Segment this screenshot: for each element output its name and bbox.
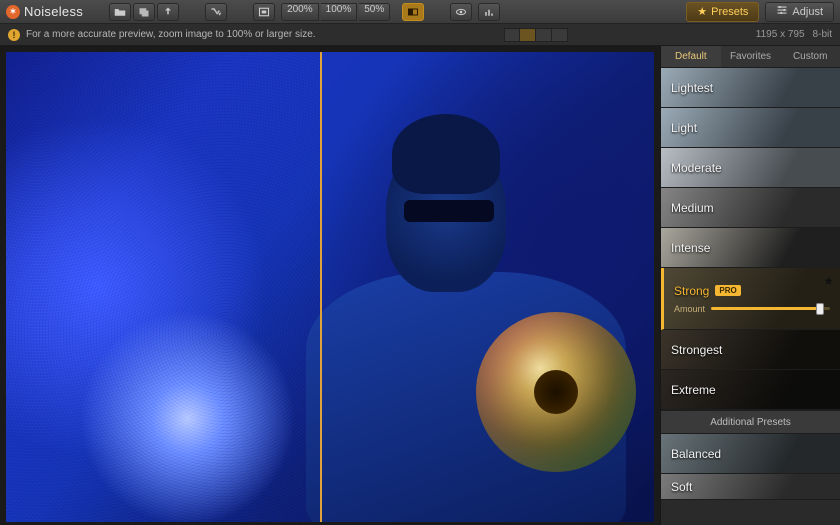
- presets-mode-button[interactable]: ★ Presets: [686, 2, 759, 22]
- zoom-hint-text: For a more accurate preview, zoom image …: [26, 29, 316, 40]
- preset-medium[interactable]: Medium: [661, 188, 840, 228]
- preset-thumb: [664, 268, 840, 329]
- amount-label: Amount: [674, 304, 705, 314]
- fit-screen-button[interactable]: [253, 3, 275, 21]
- app-logo-icon: ✶: [6, 5, 20, 19]
- subject-glasses: [404, 200, 494, 222]
- tab-custom[interactable]: Custom: [780, 46, 840, 67]
- preset-balanced[interactable]: Balanced: [661, 434, 840, 474]
- preset-label: Moderate: [671, 161, 722, 175]
- sliders-icon: [776, 4, 788, 19]
- preset-list: Lightest Light Moderate Medium Intense ★: [661, 68, 840, 525]
- compare-side-button[interactable]: [552, 28, 568, 42]
- image-canvas[interactable]: [0, 46, 660, 525]
- adjust-mode-label: Adjust: [792, 6, 823, 18]
- main-toolbar: ✶ Noiseless 200% 100% 50%: [0, 0, 840, 24]
- file-buttons: [109, 3, 179, 21]
- preset-intense[interactable]: Intense: [661, 228, 840, 268]
- star-icon: ★: [697, 5, 707, 18]
- favorite-star-icon[interactable]: ★: [823, 274, 834, 288]
- share-button[interactable]: [157, 3, 179, 21]
- warning-icon: !: [8, 29, 20, 41]
- tab-favorites[interactable]: Favorites: [721, 46, 781, 67]
- preset-label: Extreme: [671, 383, 716, 397]
- preview-image: [6, 52, 654, 522]
- tab-default[interactable]: Default: [661, 46, 721, 67]
- pro-badge: PRO: [715, 285, 740, 296]
- compare-single-button[interactable]: [504, 28, 520, 42]
- subject-beanie: [392, 114, 500, 194]
- zoom-200-button[interactable]: 200%: [281, 3, 319, 21]
- preset-label: Intense: [671, 241, 710, 255]
- image-bit-depth: 8-bit: [813, 29, 832, 40]
- preset-soft[interactable]: Soft: [661, 474, 840, 500]
- batch-button[interactable]: [133, 3, 155, 21]
- subject-instrument: [476, 312, 636, 472]
- amount-slider-fill: [711, 307, 820, 310]
- preset-extreme[interactable]: Extreme: [661, 370, 840, 410]
- shuffle-button[interactable]: [205, 3, 227, 21]
- preset-label: Medium: [671, 201, 714, 215]
- preset-lightest[interactable]: Lightest: [661, 68, 840, 108]
- amount-slider-knob[interactable]: [816, 303, 824, 315]
- preset-light[interactable]: Light: [661, 108, 840, 148]
- amount-slider[interactable]: [711, 307, 830, 310]
- app-badge: ✶ Noiseless: [6, 4, 83, 19]
- preset-strongest[interactable]: Strongest: [661, 330, 840, 370]
- image-dimensions: 1195 x 795: [756, 29, 805, 40]
- zoom-50-button[interactable]: 50%: [359, 3, 390, 21]
- main-area: Default Favorites Custom Lightest Light …: [0, 46, 840, 525]
- presets-mode-label: Presets: [711, 6, 748, 18]
- additional-presets-header: Additional Presets: [661, 410, 840, 434]
- compare-split-h-button[interactable]: [536, 28, 552, 42]
- zoom-buttons: 200% 100% 50%: [281, 3, 390, 21]
- compare-split-button[interactable]: [402, 3, 424, 21]
- zoom-100-button[interactable]: 100%: [321, 3, 358, 21]
- before-noise-overlay: [6, 52, 320, 522]
- preset-label: Soft: [671, 480, 692, 494]
- preset-tabs: Default Favorites Custom: [661, 46, 840, 68]
- app-title: Noiseless: [24, 4, 83, 19]
- preset-label: Light: [671, 121, 697, 135]
- preset-strong[interactable]: ★ Strong PRO Amount: [661, 268, 840, 330]
- adjust-mode-button[interactable]: Adjust: [765, 2, 834, 22]
- preset-label: Strong: [674, 284, 709, 298]
- compare-view-toggle: [504, 28, 568, 42]
- preset-label: Balanced: [671, 447, 721, 461]
- preset-label: Strongest: [671, 343, 722, 357]
- compare-split-v-button[interactable]: [520, 28, 536, 42]
- preset-label: Lightest: [671, 81, 713, 95]
- info-bar: ! For a more accurate preview, zoom imag…: [0, 24, 840, 46]
- compare-divider[interactable]: [320, 52, 322, 522]
- presets-sidebar: Default Favorites Custom Lightest Light …: [660, 46, 840, 525]
- open-button[interactable]: [109, 3, 131, 21]
- histogram-button[interactable]: [478, 3, 500, 21]
- preset-moderate[interactable]: Moderate: [661, 148, 840, 188]
- quick-preview-button[interactable]: [450, 3, 472, 21]
